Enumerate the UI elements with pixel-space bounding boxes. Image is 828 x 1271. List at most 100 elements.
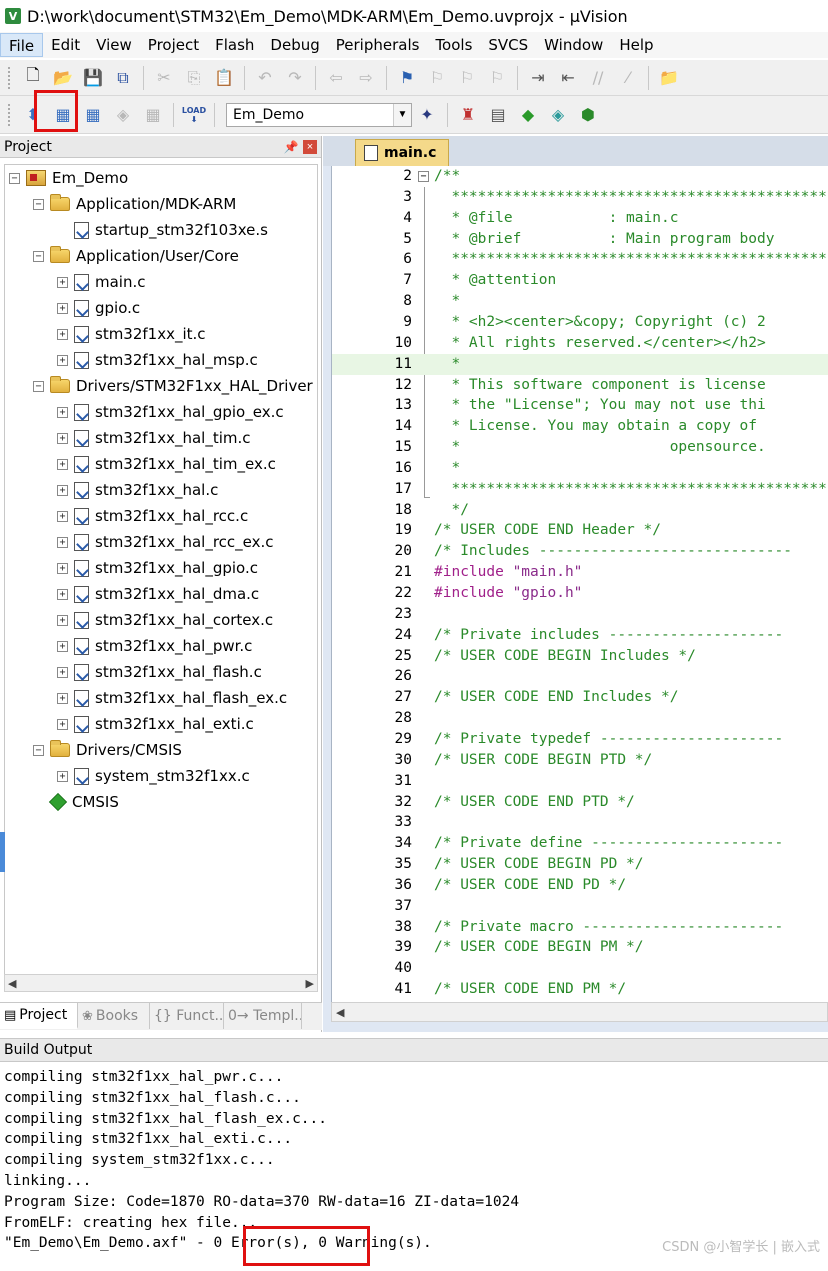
tree-item-file[interactable]: + stm32f1xx_hal_rcc.c [57, 505, 248, 527]
code-line[interactable]: 6 **************************************… [332, 249, 828, 270]
code-line[interactable]: 23 [332, 604, 828, 625]
tree-item-file[interactable]: + stm32f1xx_hal_rcc_ex.c [57, 531, 274, 553]
code-line[interactable]: 15 * opensource. [332, 437, 828, 458]
menu-debug[interactable]: Debug [262, 33, 327, 57]
project-tab-3[interactable]: 0→ Templ... [224, 1003, 302, 1029]
expand-icon[interactable]: + [57, 614, 68, 626]
code-line[interactable]: 41 /* USER CODE END PM */ [332, 979, 828, 1000]
pin-icon[interactable]: 📌 [283, 140, 299, 154]
collapse-icon[interactable]: − [33, 250, 44, 262]
code-line[interactable]: 40 [332, 958, 828, 979]
tree-item-folder[interactable]: − Drivers/CMSIS [33, 739, 182, 761]
code-line[interactable]: 2−/** [332, 166, 828, 187]
tree-item-file[interactable]: + stm32f1xx_hal_cortex.c [57, 609, 273, 631]
tree-item-project[interactable]: − Em_Demo [9, 167, 128, 189]
target-select[interactable]: Em_Demo ▼ [226, 102, 412, 127]
toolbar-grip[interactable] [8, 66, 12, 89]
collapse-icon[interactable]: − [33, 198, 44, 210]
expand-icon[interactable]: + [57, 718, 68, 730]
redo-icon[interactable]: ↷ [282, 65, 308, 91]
bookmark-icon[interactable]: ⚑ [394, 65, 420, 91]
menu-svcs[interactable]: SVCS [480, 33, 536, 57]
cut-icon[interactable]: ✂ [151, 65, 177, 91]
translate-icon[interactable]: ⬍ [20, 102, 46, 128]
menu-window[interactable]: Window [536, 33, 611, 57]
code-line[interactable]: 34 /* Private define --------------------… [332, 833, 828, 854]
menu-flash[interactable]: Flash [207, 33, 262, 57]
tree-item-file[interactable]: + stm32f1xx_hal_gpio_ex.c [57, 401, 284, 423]
code-line[interactable]: 11 * [332, 353, 828, 375]
editor-horizontal-scrollbar[interactable]: ◀ [331, 1002, 828, 1022]
tree-item-file[interactable]: + stm32f1xx_hal_gpio.c [57, 557, 258, 579]
project-tab-0[interactable]: ▤ Project [0, 1003, 78, 1029]
nav-forward-icon[interactable]: ⇨ [353, 65, 379, 91]
code-line[interactable]: 39 /* USER CODE BEGIN PM */ [332, 937, 828, 958]
code-line[interactable]: 32 /* USER CODE END PTD */ [332, 792, 828, 813]
close-icon[interactable]: × [303, 139, 317, 154]
build-icon[interactable]: ▦ [50, 102, 76, 128]
tree-item-file[interactable]: + stm32f1xx_it.c [57, 323, 206, 345]
expand-icon[interactable]: + [57, 276, 68, 288]
expand-icon[interactable]: + [57, 484, 68, 496]
copy-icon[interactable]: ⎘ [181, 65, 207, 91]
code-line[interactable]: 36 /* USER CODE END PD */ [332, 875, 828, 896]
expand-icon[interactable]: + [57, 588, 68, 600]
code-line[interactable]: 35 /* USER CODE BEGIN PD */ [332, 854, 828, 875]
unindent-icon[interactable]: ⇤ [555, 65, 581, 91]
expand-icon[interactable]: + [57, 510, 68, 522]
tree-item-file[interactable]: + stm32f1xx_hal_flash_ex.c [57, 687, 287, 709]
project-horizontal-scrollbar[interactable]: ◀ ▶ [4, 974, 318, 992]
code-line[interactable]: 7 * @attention [332, 270, 828, 291]
project-tab-2[interactable]: {} Funct... [150, 1003, 224, 1029]
code-line[interactable]: 18 */ [332, 500, 828, 521]
expand-icon[interactable]: + [57, 354, 68, 366]
code-line[interactable]: 31 [332, 771, 828, 792]
expand-icon[interactable]: + [57, 536, 68, 548]
next-bookmark-icon[interactable]: ⚐ [454, 65, 480, 91]
tree-item-file[interactable]: + gpio.c [57, 297, 140, 319]
chevron-down-icon[interactable]: ▼ [393, 103, 411, 126]
scroll-left-icon[interactable]: ◀ [8, 977, 16, 990]
expand-icon[interactable]: + [57, 770, 68, 782]
code-line[interactable]: 24 /* Private includes ------------------… [332, 625, 828, 646]
code-line[interactable]: 10 * All rights reserved.</center></h2> [332, 333, 828, 354]
manage-rte-icon[interactable]: ◆ [515, 102, 541, 128]
save-all-icon[interactable]: ⧉ [110, 65, 136, 91]
scroll-right-icon[interactable]: ▶ [306, 977, 314, 990]
tree-item-file[interactable]: + stm32f1xx_hal_tim_ex.c [57, 453, 276, 475]
code-line[interactable]: 9 * <h2><center>&copy; Copyright (c) 2 [332, 312, 828, 333]
code-line[interactable]: 20 /* Includes --------------------------… [332, 541, 828, 562]
code-line[interactable]: 30 /* USER CODE BEGIN PTD */ [332, 750, 828, 771]
indent-icon[interactable]: ⇥ [525, 65, 551, 91]
code-line[interactable]: 38 /* Private macro ---------------------… [332, 917, 828, 938]
new-file-icon[interactable]: 🗋 [20, 65, 46, 91]
collapse-icon[interactable]: − [33, 744, 44, 756]
menu-edit[interactable]: Edit [43, 33, 88, 57]
expand-icon[interactable]: + [57, 406, 68, 418]
code-line[interactable]: 33 [332, 812, 828, 833]
menu-view[interactable]: View [88, 33, 140, 57]
expand-icon[interactable]: + [57, 432, 68, 444]
save-icon[interactable]: 💾 [80, 65, 106, 91]
download-load-icon[interactable]: LOAD ⬇ [181, 102, 207, 128]
tree-item-cmsis[interactable]: CMSIS [33, 791, 119, 813]
scroll-left-icon[interactable]: ◀ [336, 1006, 344, 1019]
select-packs-icon[interactable]: ◈ [545, 102, 571, 128]
collapse-icon[interactable]: − [9, 172, 20, 184]
expand-icon[interactable]: + [57, 302, 68, 314]
open-folder-icon[interactable]: 📂 [50, 65, 76, 91]
target-options-wand-icon[interactable]: ✦ [414, 102, 440, 128]
code-line[interactable]: 8 * [332, 291, 828, 312]
nav-back-icon[interactable]: ⇦ [323, 65, 349, 91]
code-line[interactable]: 4 * @file : main.c [332, 208, 828, 229]
tree-item-file[interactable]: + stm32f1xx_hal_pwr.c [57, 635, 252, 657]
code-line[interactable]: 19 /* USER CODE END Header */ [332, 520, 828, 541]
comment-icon[interactable]: // [585, 65, 611, 91]
menu-project[interactable]: Project [140, 33, 207, 57]
tab-main-c[interactable]: main.c [355, 139, 449, 166]
menu-help[interactable]: Help [611, 33, 661, 57]
code-line[interactable]: 25 /* USER CODE BEGIN Includes */ [332, 646, 828, 667]
code-line[interactable]: 12 * This software component is license [332, 375, 828, 396]
tree-item-file[interactable]: + main.c [57, 271, 146, 293]
tree-item-file[interactable]: + stm32f1xx_hal_msp.c [57, 349, 258, 371]
